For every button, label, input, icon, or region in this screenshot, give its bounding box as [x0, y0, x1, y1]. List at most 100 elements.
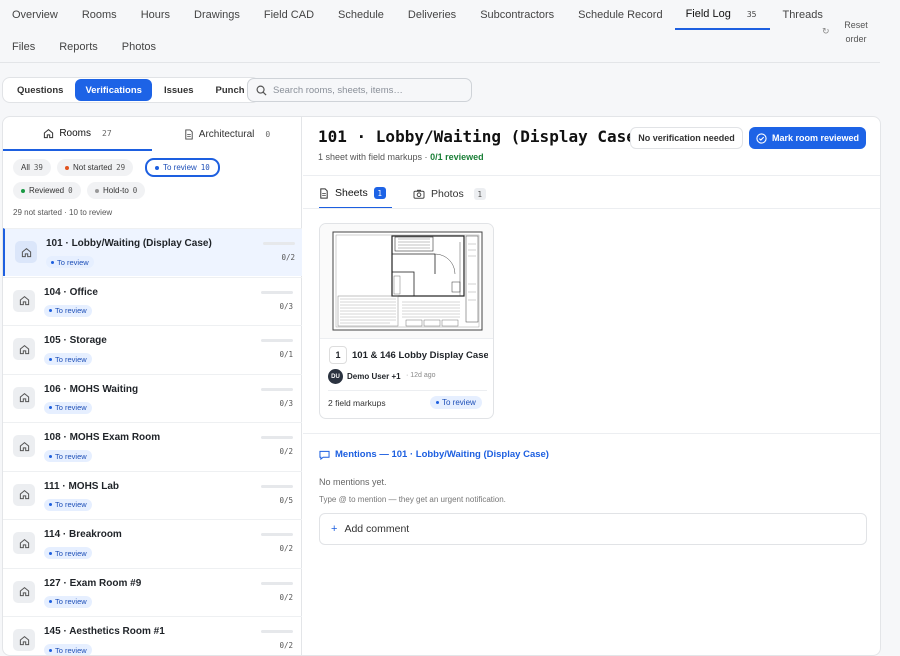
room-row[interactable]: 108 · MOHS Exam Room To review 0/2	[3, 422, 302, 470]
status-label: To review	[55, 597, 87, 606]
progress-bar	[261, 581, 293, 585]
tab-label: Files	[12, 41, 36, 53]
tab-rooms[interactable]: Rooms	[70, 0, 129, 30]
room-row[interactable]: 105 · Storage To review 0/1	[3, 325, 302, 373]
tab-photos[interactable]: Photos	[110, 32, 168, 62]
home-icon	[44, 128, 54, 138]
chip-label: To review	[163, 163, 197, 172]
status-dot	[49, 357, 52, 361]
room-row[interactable]: 106 · MOHS Waiting To review 0/3	[3, 373, 302, 422]
filter-hold-to[interactable]: Hold-to 0	[87, 182, 146, 199]
tab-sheets[interactable]: Sheets 1	[319, 179, 392, 209]
tab-reports[interactable]: Reports	[47, 32, 110, 62]
tab-drawings[interactable]: Drawings	[182, 0, 252, 30]
room-row[interactable]: 145 · Aesthetics Room #1 To review 0/2	[3, 616, 302, 655]
segment-verifications[interactable]: Verifications	[75, 79, 152, 101]
status-dot	[95, 188, 99, 193]
no-verification-needed-button[interactable]: No verification needed	[630, 127, 743, 149]
divider	[303, 175, 880, 176]
chip-label: Reviewed	[29, 186, 65, 195]
filter-summary: 29 not started · 10 to review	[13, 208, 113, 217]
status-dot	[65, 165, 69, 170]
room-title: 101 · Lobby/Waiting (Display Case)	[318, 127, 646, 146]
mentions-header: Mentions — 101 · Lobby/Waiting (Display …	[319, 449, 549, 460]
chip-label: Hold-to	[103, 186, 129, 195]
tab-architectural[interactable]: Architectural 0	[152, 117, 302, 151]
segment-questions[interactable]: Questions	[7, 79, 73, 101]
divider	[328, 390, 487, 391]
tab-files[interactable]: Files	[0, 32, 47, 62]
tab-overview[interactable]: Overview	[0, 0, 70, 30]
progress-bar	[261, 387, 293, 391]
mark-room-reviewed-button[interactable]: Mark room reviewed	[749, 127, 866, 149]
subtitle-text: 1 sheet with field markups ·	[318, 152, 431, 162]
room-name: 108 · MOHS Exam Room	[44, 432, 161, 443]
status-badge: To review	[44, 498, 92, 511]
no-mentions-text: No mentions yet.	[319, 477, 387, 487]
room-row[interactable]: 101 · Lobby/Waiting (Display Case) To rev…	[3, 228, 302, 276]
floor-plan-drawing	[332, 231, 483, 331]
tab-schedule[interactable]: Schedule	[326, 0, 396, 30]
room-icon	[13, 435, 35, 457]
room-name: 145 · Aesthetics Room #1	[44, 626, 165, 637]
status-dot	[49, 309, 52, 312]
avatar: DU	[328, 369, 343, 384]
filter-reviewed[interactable]: Reviewed 0	[13, 182, 81, 199]
add-comment-button[interactable]: + Add comment	[319, 513, 867, 545]
sheet-timestamp: · 12d ago	[406, 372, 436, 379]
filter-all[interactable]: All 39	[13, 159, 51, 176]
mentions-title: Mentions — 101 · Lobby/Waiting (Display …	[335, 449, 549, 460]
tab-subcontractors[interactable]: Subcontractors	[468, 0, 566, 30]
search-input[interactable]	[273, 84, 463, 96]
document-icon	[185, 128, 193, 140]
chip-count: 0	[132, 186, 138, 195]
status-dot	[49, 551, 52, 555]
progress-text: 0/3	[279, 398, 293, 408]
tab-label: Architectural	[198, 128, 255, 140]
plus-icon: +	[331, 523, 338, 535]
tab-count: 35	[746, 9, 757, 19]
room-name: 127 · Exam Room #9	[44, 577, 142, 589]
nav-row-primary: Overview Rooms Hours Drawings Field CAD …	[0, 0, 835, 30]
filter-to-review[interactable]: To review 10	[145, 158, 220, 177]
chat-bubble-icon	[319, 450, 330, 460]
tab-count: 27	[102, 128, 112, 138]
segment-issues[interactable]: Issues	[154, 79, 204, 101]
home-icon	[21, 247, 31, 257]
tab-label: Schedule	[338, 9, 384, 21]
tab-deliveries[interactable]: Deliveries	[396, 0, 468, 30]
room-icon	[13, 629, 35, 651]
status-badge: To review	[430, 396, 482, 409]
tab-label: Drawings	[194, 9, 240, 21]
home-icon	[19, 489, 29, 500]
sheet-card[interactable]: 1 101 & 146 Lobby Display Case DU Demo U…	[319, 223, 494, 419]
progress-bar	[261, 339, 293, 342]
tab-label: Reports	[59, 41, 98, 53]
status-label: To review	[55, 645, 87, 655]
tab-field-log[interactable]: Field Log 35	[674, 0, 771, 30]
filter-not-started[interactable]: Not started 29	[57, 159, 134, 176]
tab-count: 1	[373, 187, 386, 199]
room-icon	[13, 289, 35, 312]
status-badge: To review	[44, 401, 92, 414]
reviewed-count: 0/1 reviewed	[430, 152, 484, 162]
room-row[interactable]: 127 · Exam Room #9 To review 0/2	[3, 567, 302, 616]
room-icon	[13, 483, 35, 506]
room-row[interactable]: 114 · Breakroom To review 0/2	[3, 519, 302, 567]
tab-schedule-record[interactable]: Schedule Record	[566, 0, 674, 30]
rotate-icon: ↻	[822, 26, 830, 36]
room-row[interactable]: 104 · Office To review 0/3	[3, 276, 302, 325]
tab-rooms-list[interactable]: Rooms 27	[3, 117, 152, 151]
room-row[interactable]: 111 · MOHS Lab To review 0/5	[3, 470, 302, 519]
search-icon	[256, 85, 267, 96]
camera-icon	[413, 189, 425, 199]
check-circle-icon	[756, 132, 767, 144]
nav-divider	[0, 62, 880, 63]
tab-field-cad[interactable]: Field CAD	[252, 0, 326, 30]
progress-bar	[263, 242, 295, 245]
tab-hours[interactable]: Hours	[129, 0, 182, 30]
status-label: To review	[55, 354, 87, 364]
tab-photos-detail[interactable]: Photos 1	[413, 179, 486, 209]
status-dot	[49, 648, 52, 652]
progress-bar	[261, 484, 293, 488]
